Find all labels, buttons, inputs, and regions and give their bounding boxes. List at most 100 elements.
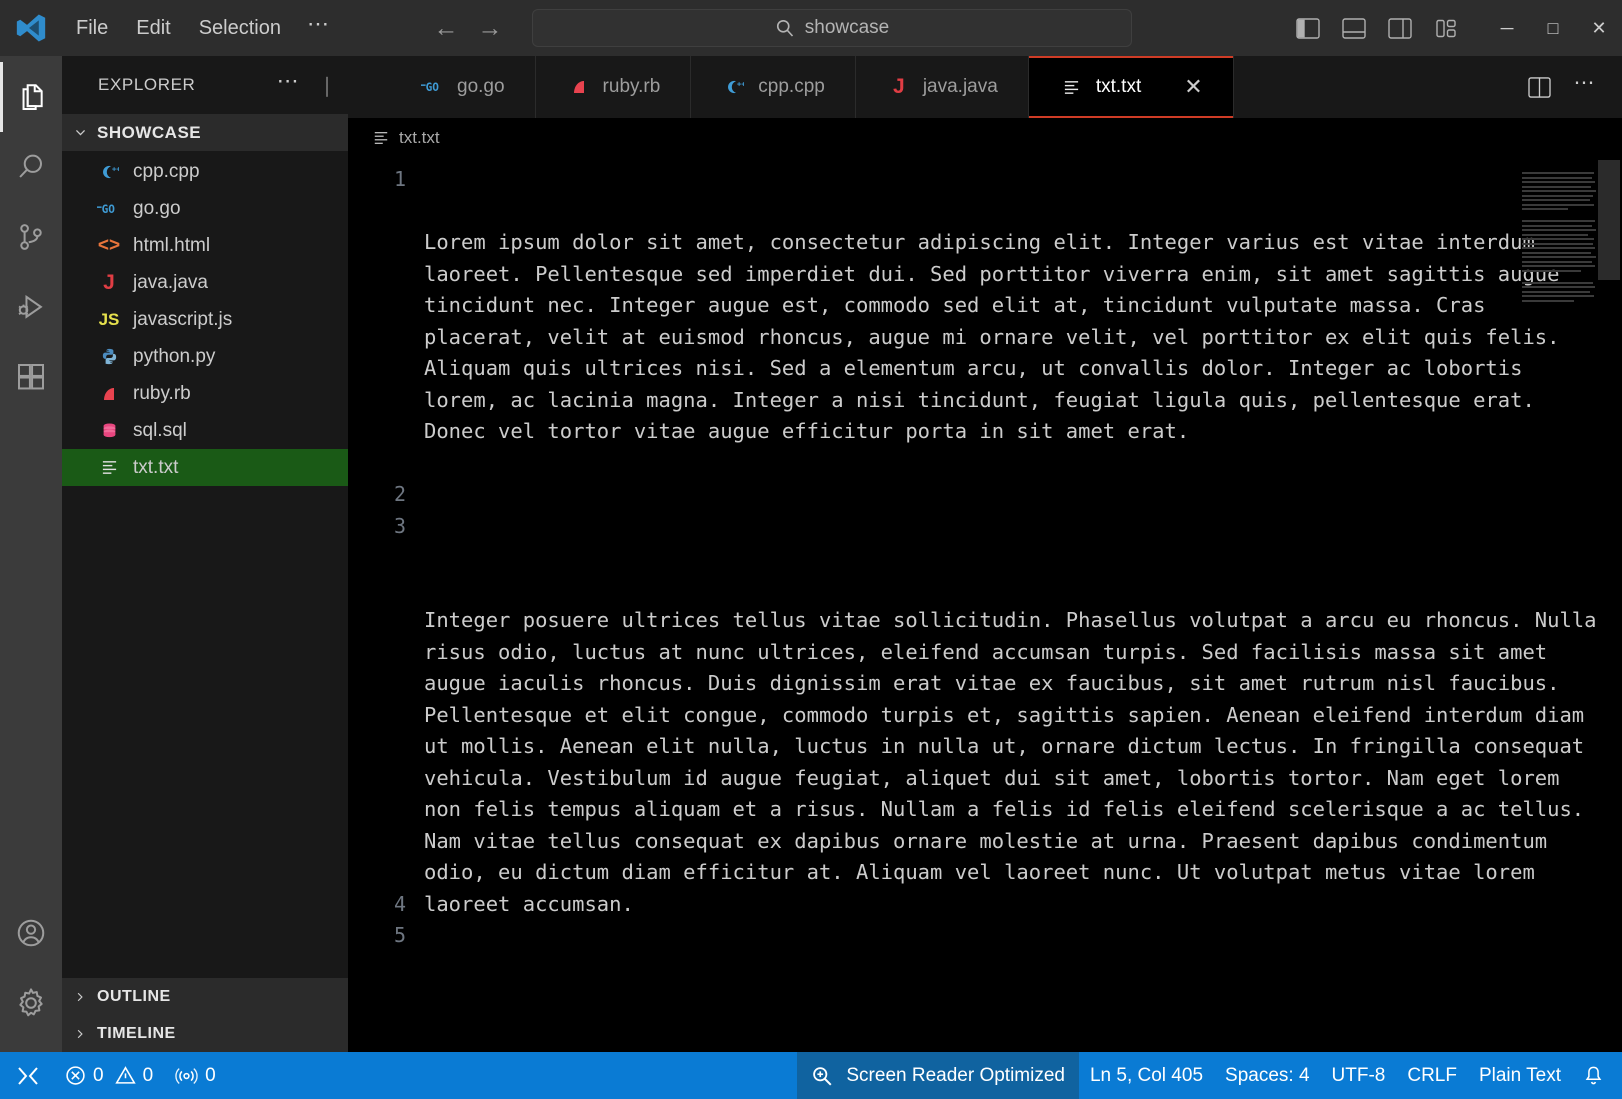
sidebar-title: EXPLORER: [98, 75, 196, 94]
cursor-position-button[interactable]: Ln 5, Col 405: [1079, 1052, 1214, 1099]
ports-icon: [175, 1065, 198, 1086]
file-item-python[interactable]: python.py: [62, 338, 348, 375]
toggle-primary-sidebar-button[interactable]: [1288, 9, 1328, 47]
line-number: 3: [393, 513, 406, 538]
encoding-button[interactable]: UTF-8: [1321, 1052, 1397, 1099]
line-number-gutter: 1 2 3 4 5: [348, 158, 424, 1052]
window-controls: ─ □ ✕: [1288, 0, 1622, 56]
sidebar-collapsed-sections: OUTLINE TIMELINE: [62, 978, 348, 1052]
cpp-file-icon: ++: [721, 77, 747, 97]
main-container: EXPLORER ⋯ ❘ SHOWCASE ++ cpp.cpp GO go.g…: [0, 56, 1622, 1052]
notifications-button[interactable]: [1572, 1052, 1622, 1099]
sidebar-section-timeline[interactable]: TIMELINE: [62, 1015, 348, 1052]
navigation-arrows: ← →: [431, 15, 505, 41]
tab-java[interactable]: J java.java: [855, 56, 1029, 118]
file-item-sql[interactable]: sql.sql: [62, 412, 348, 449]
text-file-icon: [96, 459, 122, 476]
sidebar-separator: ❘: [318, 74, 336, 97]
editor-tabbar-actions: ⋯: [1502, 56, 1622, 118]
file-item-javascript[interactable]: JS javascript.js: [62, 301, 348, 338]
tab-go[interactable]: GO go.go: [348, 56, 536, 118]
menu-selection[interactable]: Selection: [185, 12, 295, 45]
customize-layout-button[interactable]: [1426, 9, 1466, 47]
indentation-button[interactable]: Spaces: 4: [1214, 1052, 1321, 1099]
vscode-logo-icon: [0, 11, 62, 45]
activity-explorer[interactable]: [0, 62, 62, 132]
java-file-icon: J: [892, 75, 905, 98]
svg-text:++: ++: [737, 80, 744, 88]
menu-overflow-button[interactable]: ⋯: [295, 9, 343, 47]
activity-extensions[interactable]: [0, 342, 62, 412]
tab-cpp[interactable]: ++ cpp.cpp: [691, 56, 856, 118]
search-icon: [15, 151, 47, 183]
window-maximize-button[interactable]: □: [1530, 0, 1576, 56]
tab-label: cpp.cpp: [758, 76, 825, 97]
menu-file[interactable]: File: [62, 12, 122, 45]
go-file-icon: GO: [420, 79, 446, 95]
file-item-txt[interactable]: txt.txt: [62, 449, 348, 486]
screen-reader-mode-button[interactable]: Screen Reader Optimized: [797, 1052, 1079, 1099]
activity-source-control[interactable]: [0, 202, 62, 272]
editor-scrollbar[interactable]: [1596, 158, 1622, 1052]
chevron-down-icon: [74, 126, 90, 139]
toggle-secondary-sidebar-button[interactable]: [1380, 9, 1420, 47]
code-content[interactable]: Lorem ipsum dolor sit amet, consectetur …: [424, 158, 1622, 1052]
java-file-icon: J: [103, 270, 115, 294]
account-icon: [15, 917, 47, 949]
error-icon: [65, 1065, 86, 1086]
line-number: 2: [393, 482, 406, 506]
html-file-icon: <>: [97, 234, 121, 256]
window-close-button[interactable]: ✕: [1576, 0, 1622, 56]
problems-button[interactable]: 0 0: [54, 1052, 164, 1099]
go-back-icon[interactable]: ←: [431, 15, 461, 41]
file-item-cpp[interactable]: ++ cpp.cpp: [62, 153, 348, 190]
go-file-icon: GO: [96, 201, 122, 217]
title-bar: File Edit Selection ⋯ ← → showcase ─ □ ✕: [0, 0, 1622, 56]
search-icon: [775, 18, 795, 38]
tab-close-button[interactable]: ✕: [1184, 74, 1202, 100]
menu-edit[interactable]: Edit: [122, 12, 184, 45]
split-editor-right-button[interactable]: [1520, 67, 1558, 107]
svg-text:GO: GO: [102, 203, 116, 216]
code-line-3: Integer posuere ultrices tellus vitae so…: [424, 608, 1609, 916]
status-bar: 0 0 0 Screen Reader Optimized Ln 5, Col …: [0, 1052, 1622, 1099]
remote-window-button[interactable]: [0, 1052, 54, 1099]
editor-scrollbar-thumb[interactable]: [1598, 160, 1620, 280]
eol-button[interactable]: CRLF: [1396, 1052, 1468, 1099]
ports-button[interactable]: 0: [164, 1052, 227, 1099]
language-mode-button[interactable]: Plain Text: [1468, 1052, 1572, 1099]
go-forward-icon[interactable]: →: [475, 15, 505, 41]
command-center[interactable]: showcase: [532, 9, 1132, 47]
tab-ruby[interactable]: ruby.rb: [535, 56, 692, 118]
activity-settings[interactable]: [0, 968, 62, 1038]
folder-section-showcase[interactable]: SHOWCASE: [62, 114, 348, 151]
tab-txt[interactable]: txt.txt ✕: [1028, 56, 1234, 118]
window-minimize-button[interactable]: ─: [1484, 0, 1530, 56]
status-bar-right: Screen Reader Optimized Ln 5, Col 405 Sp…: [797, 1052, 1622, 1099]
breadcrumb-item[interactable]: txt.txt: [399, 128, 440, 148]
text-file-icon: [1059, 79, 1085, 96]
files-icon: [15, 81, 47, 113]
activity-search[interactable]: [0, 132, 62, 202]
gear-icon: [15, 987, 47, 1019]
file-item-ruby[interactable]: ruby.rb: [62, 375, 348, 412]
code-editor[interactable]: 1 2 3 4 5 Lorem ipsum dolor sit amet, co…: [348, 158, 1622, 1052]
remote-window-icon: [16, 1065, 40, 1087]
line-number-filler: [348, 196, 406, 480]
sidebar-section-outline[interactable]: OUTLINE: [62, 978, 348, 1015]
file-item-java[interactable]: J java.java: [62, 264, 348, 301]
activity-accounts[interactable]: [0, 898, 62, 968]
file-item-go[interactable]: GO go.go: [62, 190, 348, 227]
file-label: ruby.rb: [133, 382, 191, 404]
toggle-panel-button[interactable]: [1334, 9, 1374, 47]
folder-name: SHOWCASE: [97, 122, 202, 142]
activity-run-debug[interactable]: [0, 272, 62, 342]
file-item-html[interactable]: <> html.html: [62, 227, 348, 264]
editor-more-actions-button[interactable]: ⋯: [1566, 67, 1604, 107]
status-bar-left: 0 0 0: [0, 1052, 227, 1099]
sidebar-more-actions-button[interactable]: ⋯: [277, 70, 301, 94]
breadcrumb: txt.txt: [348, 118, 1622, 158]
tab-label: java.java: [922, 76, 998, 97]
